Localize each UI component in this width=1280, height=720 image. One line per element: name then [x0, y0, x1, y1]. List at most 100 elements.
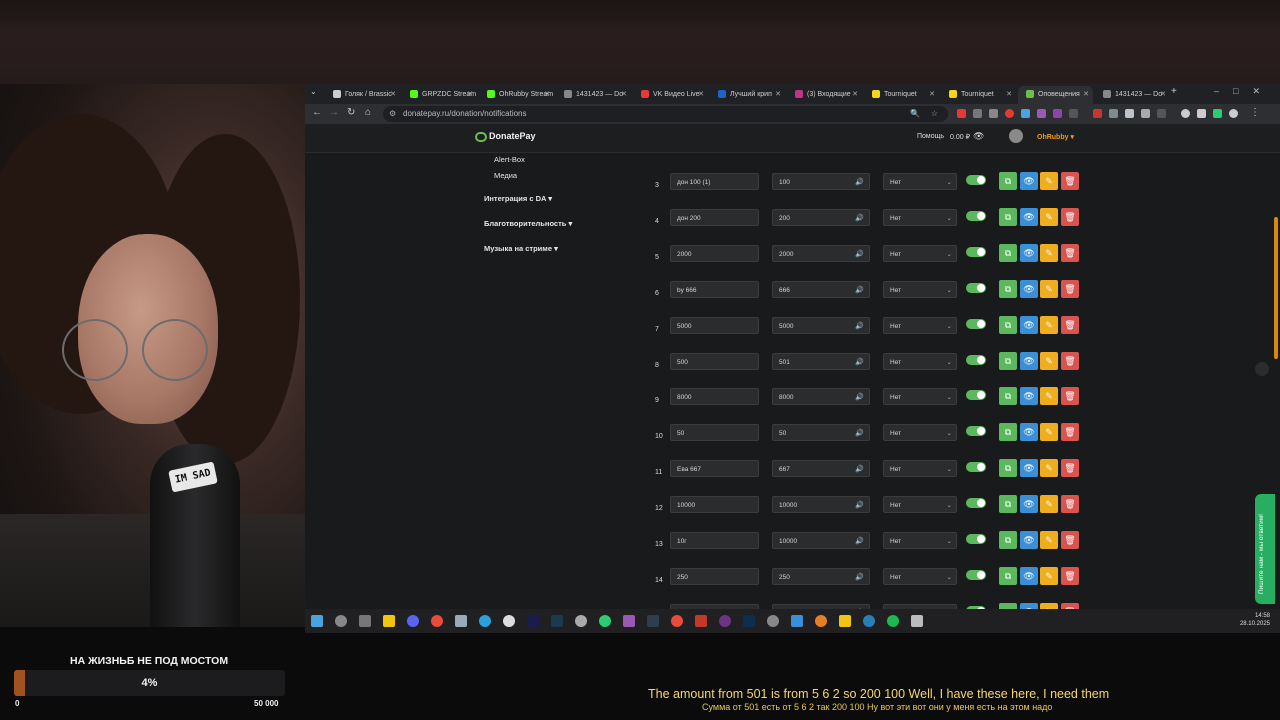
- search-icon[interactable]: [335, 615, 347, 627]
- alert-name-input[interactable]: 2000: [670, 245, 759, 262]
- sidebar-item-alert-box[interactable]: Alert-Box: [494, 155, 525, 164]
- extension-icon[interactable]: [957, 109, 966, 118]
- edit-button[interactable]: ✎: [1040, 459, 1058, 477]
- copy-button[interactable]: ⧉: [999, 244, 1017, 262]
- condition-select[interactable]: Нет ⌄: [883, 460, 957, 477]
- app-icon[interactable]: [815, 615, 827, 627]
- preview-button[interactable]: 👁: [1020, 244, 1038, 262]
- delete-button[interactable]: 🗑: [1061, 423, 1079, 441]
- condition-select[interactable]: Нет ⌄: [883, 317, 957, 334]
- alert-name-input[interactable]: 8000: [670, 388, 759, 405]
- speaker-icon[interactable]: 🔊: [855, 533, 864, 550]
- site-logo[interactable]: DonatePay: [489, 131, 536, 141]
- obs-icon[interactable]: [503, 615, 515, 627]
- alert-name-input[interactable]: 50: [670, 424, 759, 441]
- copy-button[interactable]: ⧉: [999, 208, 1017, 226]
- edit-button[interactable]: ✎: [1040, 495, 1058, 513]
- tab-close-icon[interactable]: ✕: [621, 86, 627, 104]
- preview-button[interactable]: 👁: [1020, 495, 1038, 513]
- preview-button[interactable]: 👁: [1020, 423, 1038, 441]
- enabled-toggle[interactable]: [966, 319, 986, 329]
- edit-button[interactable]: ✎: [1040, 172, 1058, 190]
- alert-name-input[interactable]: by 666: [670, 281, 759, 298]
- delete-button[interactable]: 🗑: [1061, 352, 1079, 370]
- delete-button[interactable]: 🗑: [1061, 280, 1079, 298]
- address-bar[interactable]: ⚙ donatepay.ru/donation/notifications 🔍 …: [383, 106, 948, 122]
- enabled-toggle[interactable]: [966, 283, 986, 293]
- app-icon[interactable]: [863, 615, 875, 627]
- delete-button[interactable]: 🗑: [1061, 387, 1079, 405]
- copy-button[interactable]: ⧉: [999, 567, 1017, 585]
- avatar[interactable]: [1009, 129, 1023, 143]
- extension-icon[interactable]: [1005, 109, 1014, 118]
- enabled-toggle[interactable]: [966, 534, 986, 544]
- app-icon[interactable]: [767, 615, 779, 627]
- speaker-icon[interactable]: 🔊: [855, 174, 864, 191]
- enabled-toggle[interactable]: [966, 390, 986, 400]
- menu-icon[interactable]: ⋮: [1250, 107, 1260, 118]
- alert-amount-input[interactable]: 250 🔊: [772, 568, 870, 585]
- preview-button[interactable]: 👁: [1020, 280, 1038, 298]
- edit-button[interactable]: ✎: [1040, 316, 1058, 334]
- premiere-icon[interactable]: [527, 615, 539, 627]
- condition-select[interactable]: Нет ⌄: [883, 568, 957, 585]
- app-icon[interactable]: [623, 615, 635, 627]
- copy-button[interactable]: ⧉: [999, 387, 1017, 405]
- tab-close-icon[interactable]: ✕: [390, 86, 396, 104]
- speaker-icon[interactable]: 🔊: [855, 569, 864, 586]
- alert-name-input[interactable]: 500: [670, 353, 759, 370]
- discord-icon[interactable]: [407, 615, 419, 627]
- speaker-icon[interactable]: 🔊: [855, 461, 864, 478]
- condition-select[interactable]: Нет ⌄: [883, 424, 957, 441]
- speaker-icon[interactable]: 🔊: [855, 210, 864, 227]
- downloads-icon[interactable]: [1197, 109, 1206, 118]
- app-icon[interactable]: [647, 615, 659, 627]
- enabled-toggle[interactable]: [966, 355, 986, 365]
- alert-name-input[interactable]: 5000: [670, 317, 759, 334]
- enabled-toggle[interactable]: [966, 247, 986, 257]
- edit-button[interactable]: ✎: [1040, 567, 1058, 585]
- preview-button[interactable]: 👁: [1020, 352, 1038, 370]
- edit-button[interactable]: ✎: [1040, 387, 1058, 405]
- enabled-toggle[interactable]: [966, 462, 986, 472]
- sidebar-item-music[interactable]: Музыка на стриме ▾: [484, 244, 558, 253]
- speaker-icon[interactable]: 🔊: [855, 425, 864, 442]
- alert-name-input[interactable]: 10г: [670, 532, 759, 549]
- copy-button[interactable]: ⧉: [999, 423, 1017, 441]
- copy-button[interactable]: ⧉: [999, 172, 1017, 190]
- copy-button[interactable]: ⧉: [999, 531, 1017, 549]
- reload-icon[interactable]: ↻: [347, 107, 355, 118]
- enabled-toggle[interactable]: [966, 498, 986, 508]
- alert-amount-input[interactable]: 200 🔊: [772, 209, 870, 226]
- condition-select[interactable]: Нет ⌄: [883, 532, 957, 549]
- preview-button[interactable]: 👁: [1020, 387, 1038, 405]
- copy-button[interactable]: ⧉: [999, 316, 1017, 334]
- task-view-icon[interactable]: [359, 615, 371, 627]
- condition-select[interactable]: Нет ⌄: [883, 353, 957, 370]
- back-icon[interactable]: ←: [312, 107, 322, 118]
- speaker-icon[interactable]: 🔊: [855, 246, 864, 263]
- profile-icon[interactable]: [1181, 109, 1190, 118]
- alert-amount-input[interactable]: 10000 🔊: [772, 496, 870, 513]
- browser-tab[interactable]: 1431423 — Do ✕: [1095, 86, 1170, 104]
- bookmark-icon[interactable]: ☆: [931, 106, 938, 122]
- delete-button[interactable]: 🗑: [1061, 567, 1079, 585]
- tab-close-icon[interactable]: ✕: [698, 86, 704, 104]
- condition-select[interactable]: Нет ⌄: [883, 173, 957, 190]
- alert-amount-input[interactable]: 501 🔊: [772, 353, 870, 370]
- browser-tab[interactable]: Tourniquet ✕: [941, 86, 1016, 104]
- new-tab-button[interactable]: +: [1171, 86, 1177, 97]
- extension-icon[interactable]: [1069, 109, 1078, 118]
- browser-tab[interactable]: Голяк / Brassic ✕: [325, 86, 400, 104]
- copy-button[interactable]: ⧉: [999, 495, 1017, 513]
- condition-select[interactable]: Нет ⌄: [883, 388, 957, 405]
- forward-icon[interactable]: →: [329, 107, 339, 118]
- preview-button[interactable]: 👁: [1020, 531, 1038, 549]
- speaker-icon[interactable]: 🔊: [855, 354, 864, 371]
- alert-name-input[interactable]: дон 200: [670, 209, 759, 226]
- preview-button[interactable]: 👁: [1020, 567, 1038, 585]
- extension-icon[interactable]: [1021, 109, 1030, 118]
- extension-icon[interactable]: [1125, 109, 1134, 118]
- tab-close-icon[interactable]: ✕: [1083, 86, 1089, 104]
- browser-tab[interactable]: VK Видео Live ✕: [633, 86, 708, 104]
